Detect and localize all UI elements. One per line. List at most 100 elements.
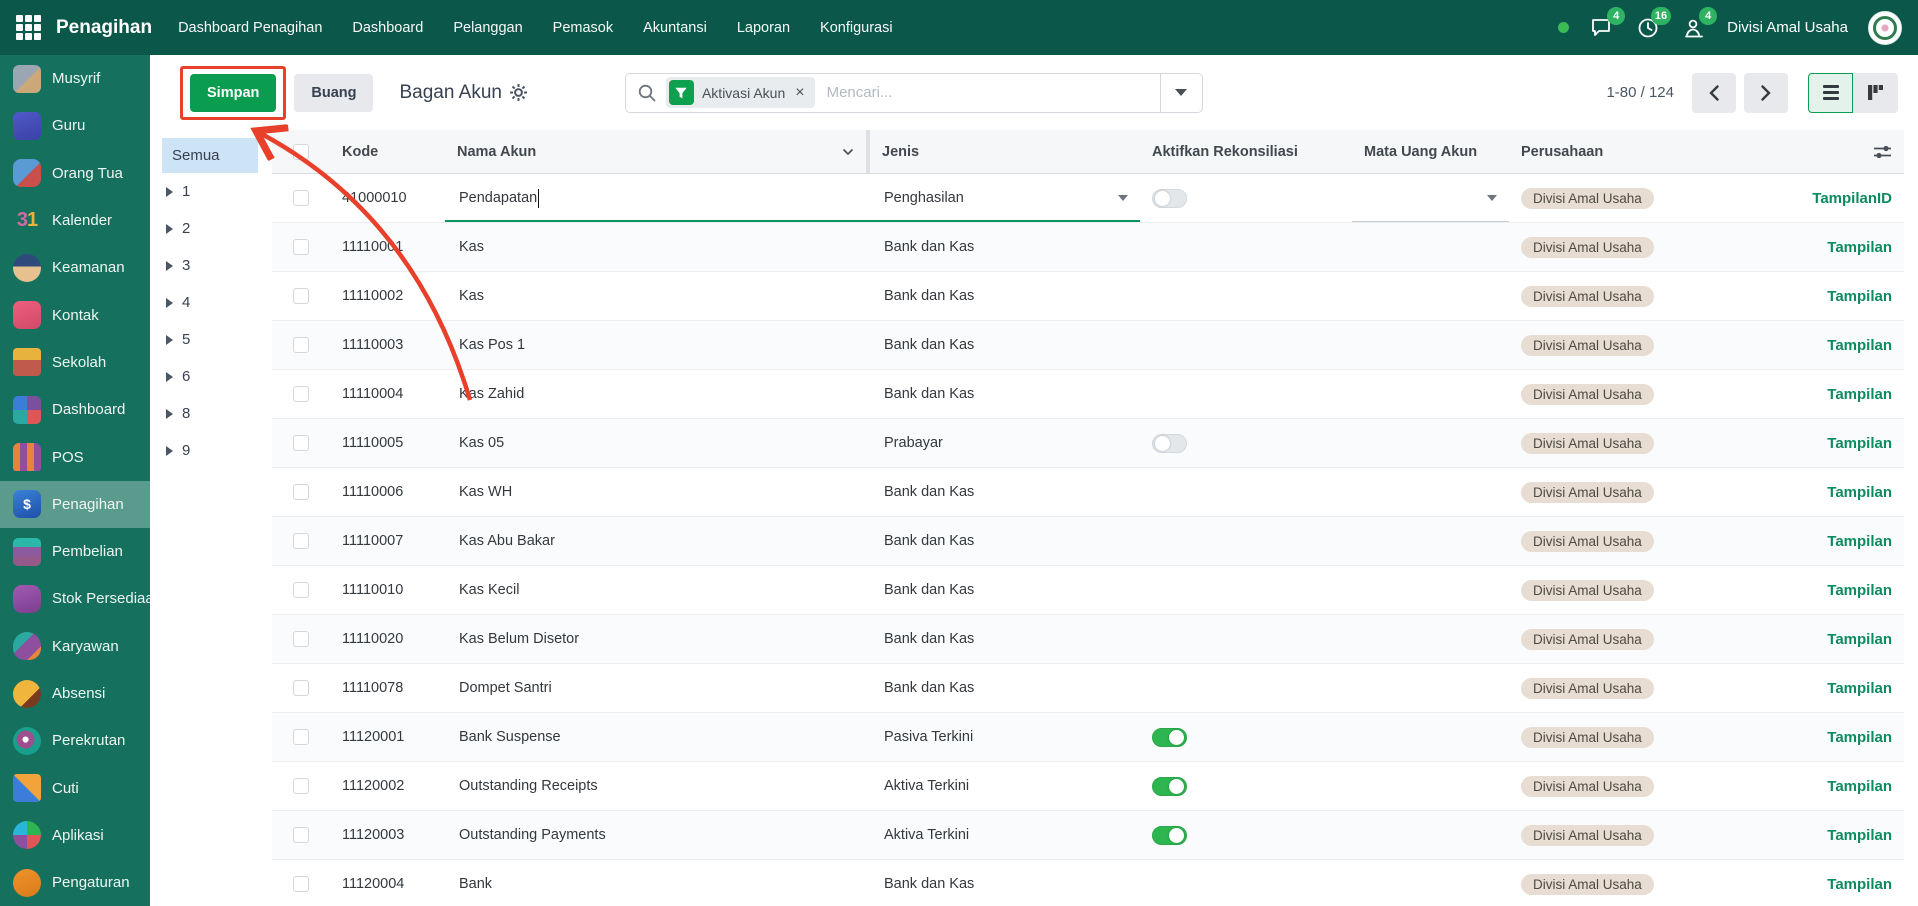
- view-link[interactable]: Tampilan: [1827, 484, 1892, 501]
- cell-nama-akun[interactable]: Pendapatan: [445, 174, 870, 222]
- sidebar-item-kalender[interactable]: 31Kalender: [0, 197, 150, 244]
- view-link[interactable]: Tampilan: [1827, 239, 1892, 256]
- table-row[interactable]: 11110003Kas Pos 1Bank dan KasDivisi Amal…: [272, 321, 1904, 370]
- nav-item-konfigurasi[interactable]: Konfigurasi: [820, 20, 893, 36]
- cell-jenis[interactable]: Penghasilan: [870, 174, 1140, 222]
- company-switcher[interactable]: Divisi Amal Usaha: [1727, 19, 1848, 36]
- user-requests-icon[interactable]: 4: [1681, 15, 1707, 41]
- view-link[interactable]: Tampilan: [1827, 288, 1892, 305]
- row-checkbox[interactable]: [293, 288, 309, 304]
- sidebar-item-musyrif[interactable]: Musyrif: [0, 55, 150, 102]
- column-header-nama-akun[interactable]: Nama Akun: [445, 130, 870, 173]
- nav-item-laporan[interactable]: Laporan: [737, 20, 790, 36]
- reconcile-toggle-off[interactable]: [1152, 189, 1187, 208]
- pager-next-button[interactable]: [1744, 73, 1788, 113]
- apps-grid-icon[interactable]: [16, 15, 42, 41]
- row-checkbox[interactable]: [293, 435, 309, 451]
- row-checkbox[interactable]: [293, 778, 309, 794]
- row-checkbox[interactable]: [293, 631, 309, 647]
- table-row[interactable]: 11110002KasBank dan KasDivisi Amal Usaha…: [272, 272, 1904, 321]
- app-name[interactable]: Penagihan: [56, 17, 152, 39]
- sidebar-item-kontak[interactable]: Kontak: [0, 291, 150, 338]
- view-link[interactable]: TampilanID: [1812, 190, 1892, 207]
- view-link[interactable]: Tampilan: [1827, 435, 1892, 452]
- view-link[interactable]: Tampilan: [1827, 582, 1892, 599]
- nav-item-dashboard[interactable]: Dashboard: [352, 20, 423, 36]
- groupby-all[interactable]: Semua: [162, 138, 258, 173]
- reconcile-toggle-on[interactable]: [1152, 777, 1187, 796]
- search-options-toggle[interactable]: [1160, 74, 1202, 112]
- groupby-item-1[interactable]: 1: [162, 173, 272, 210]
- sidebar-item-guru[interactable]: Guru: [0, 102, 150, 149]
- view-link[interactable]: Tampilan: [1827, 386, 1892, 403]
- row-checkbox[interactable]: [293, 533, 309, 549]
- sidebar-item-absensi[interactable]: Absensi: [0, 670, 150, 717]
- list-view-button[interactable]: [1808, 73, 1853, 113]
- view-link[interactable]: Tampilan: [1827, 729, 1892, 746]
- table-row[interactable]: 11120004BankBank dan KasDivisi Amal Usah…: [272, 860, 1904, 906]
- view-link[interactable]: Tampilan: [1827, 876, 1892, 893]
- sidebar-item-cuti[interactable]: Cuti: [0, 764, 150, 811]
- table-row[interactable]: 11110005Kas 05PrabayarDivisi Amal UsahaT…: [272, 419, 1904, 468]
- messages-icon[interactable]: 4: [1589, 15, 1615, 41]
- view-link[interactable]: Tampilan: [1827, 533, 1892, 550]
- row-checkbox[interactable]: [293, 827, 309, 843]
- groupby-item-4[interactable]: 4: [162, 284, 272, 321]
- activities-clock-icon[interactable]: 16: [1635, 15, 1661, 41]
- row-checkbox[interactable]: [293, 484, 309, 500]
- table-row[interactable]: 11110004Kas ZahidBank dan KasDivisi Amal…: [272, 370, 1904, 419]
- row-checkbox[interactable]: [293, 239, 309, 255]
- nav-item-pelanggan[interactable]: Pelanggan: [453, 20, 522, 36]
- sidebar-item-karyawan[interactable]: Karyawan: [0, 623, 150, 670]
- cell-mata-uang[interactable]: [1352, 174, 1509, 222]
- column-header-jenis[interactable]: Jenis: [870, 130, 1140, 173]
- view-link[interactable]: Tampilan: [1827, 680, 1892, 697]
- sidebar-item-perekrutan[interactable]: Perekrutan: [0, 717, 150, 764]
- groupby-item-9[interactable]: 9: [162, 432, 272, 469]
- search-input[interactable]: Mencari...: [827, 84, 1160, 101]
- sidebar-item-pembelian[interactable]: Pembelian: [0, 528, 150, 575]
- groupby-item-8[interactable]: 8: [162, 395, 272, 432]
- row-checkbox[interactable]: [293, 582, 309, 598]
- remove-filter-icon[interactable]: ×: [793, 84, 806, 102]
- table-row[interactable]: 11110078Dompet SantriBank dan KasDivisi …: [272, 664, 1904, 713]
- reconcile-toggle-on[interactable]: [1152, 826, 1187, 845]
- table-row[interactable]: 11110006Kas WHBank dan KasDivisi Amal Us…: [272, 468, 1904, 517]
- row-checkbox[interactable]: [293, 729, 309, 745]
- save-button[interactable]: Simpan: [190, 74, 276, 112]
- sidebar-item-orang-tua[interactable]: Orang Tua: [0, 150, 150, 197]
- groupby-item-2[interactable]: 2: [162, 210, 272, 247]
- view-link[interactable]: Tampilan: [1827, 631, 1892, 648]
- select-all-checkbox[interactable]: [293, 144, 309, 160]
- row-checkbox[interactable]: [293, 680, 309, 696]
- gear-icon[interactable]: [510, 84, 527, 101]
- view-link[interactable]: Tampilan: [1827, 778, 1892, 795]
- user-avatar[interactable]: [1868, 11, 1902, 45]
- filter-chip[interactable]: Aktivasi Akun ×: [666, 77, 815, 108]
- sidebar-item-sekolah[interactable]: Sekolah: [0, 339, 150, 386]
- sidebar-item-pos[interactable]: POS: [0, 433, 150, 480]
- column-header-kode[interactable]: Kode: [330, 130, 445, 173]
- sidebar-item-aplikasi[interactable]: Aplikasi: [0, 812, 150, 859]
- table-row[interactable]: 11120001Bank SuspensePasiva TerkiniDivis…: [272, 713, 1904, 762]
- nav-item-pemasok[interactable]: Pemasok: [553, 20, 613, 36]
- column-header-rekonsiliasi[interactable]: Aktifkan Rekonsiliasi: [1140, 130, 1352, 173]
- groupby-item-6[interactable]: 6: [162, 358, 272, 395]
- table-row[interactable]: 11120003Outstanding PaymentsAktiva Terki…: [272, 811, 1904, 860]
- discard-button[interactable]: Buang: [294, 74, 373, 112]
- sidebar-item-pengaturan[interactable]: Pengaturan: [0, 859, 150, 906]
- optional-columns-icon[interactable]: [1873, 144, 1892, 160]
- reconcile-toggle-on[interactable]: [1152, 728, 1187, 747]
- sidebar-item-penagihan[interactable]: $Penagihan: [0, 481, 150, 528]
- column-header-mata-uang[interactable]: Mata Uang Akun: [1352, 130, 1509, 173]
- search-bar[interactable]: Aktivasi Akun × Mencari...: [625, 73, 1203, 113]
- sidebar-item-keamanan[interactable]: Keamanan: [0, 244, 150, 291]
- view-link[interactable]: Tampilan: [1827, 337, 1892, 354]
- table-row[interactable]: 11110007Kas Abu BakarBank dan KasDivisi …: [272, 517, 1904, 566]
- table-row[interactable]: 11110001KasBank dan KasDivisi Amal Usaha…: [272, 223, 1904, 272]
- sidebar-item-stok-persediaan[interactable]: Stok Persediaan: [0, 575, 150, 622]
- kanban-view-button[interactable]: [1853, 73, 1898, 113]
- pager-previous-button[interactable]: [1692, 73, 1736, 113]
- column-header-perusahaan[interactable]: Perusahaan: [1509, 130, 1734, 173]
- groupby-item-5[interactable]: 5: [162, 321, 272, 358]
